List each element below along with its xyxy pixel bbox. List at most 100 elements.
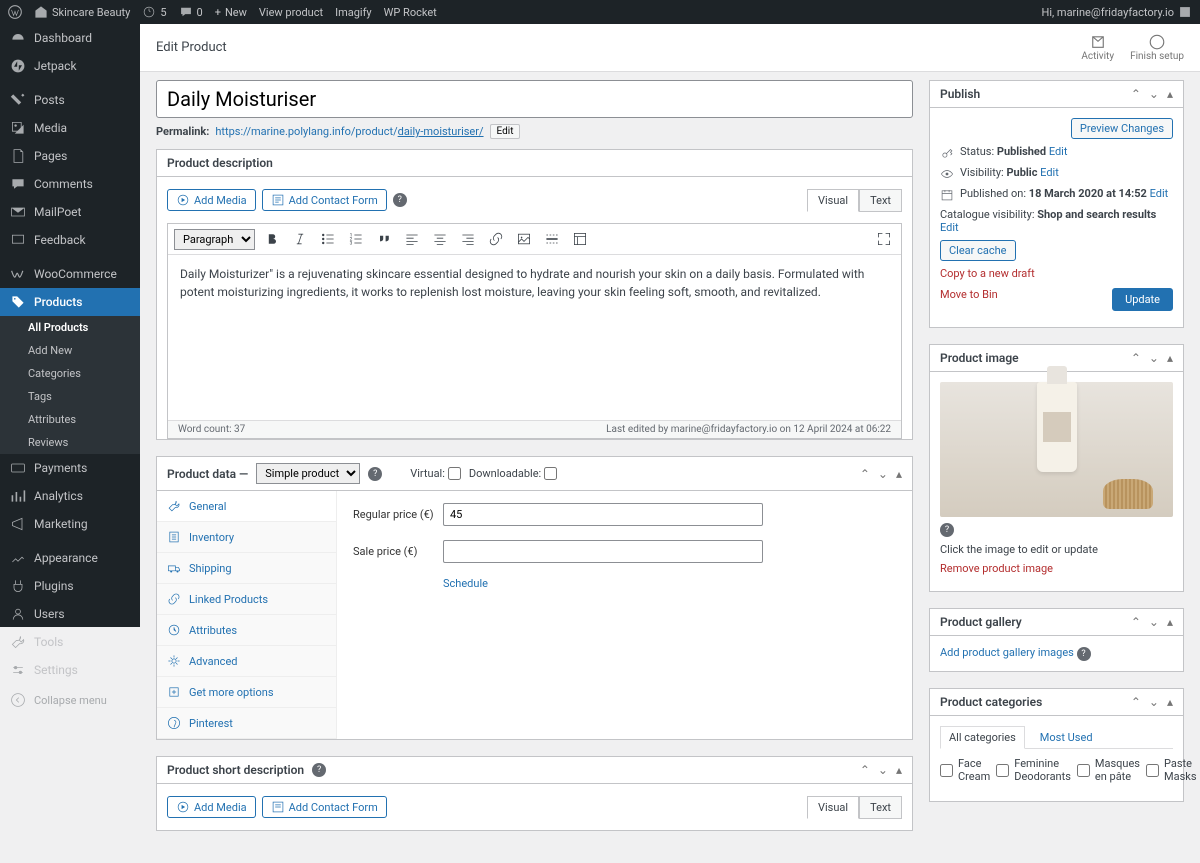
menu-media[interactable]: Media — [0, 114, 140, 142]
menu-analytics[interactable]: Analytics — [0, 482, 140, 510]
menu-jetpack[interactable]: Jetpack — [0, 52, 140, 80]
submenu-all-products[interactable]: All Products — [0, 316, 140, 339]
clear-cache-button[interactable]: Clear cache — [940, 240, 1016, 261]
edit-status-link[interactable]: Edit — [1049, 145, 1068, 158]
virtual-checkbox[interactable]: Virtual: — [410, 467, 461, 480]
menu-plugins[interactable]: Plugins — [0, 572, 140, 600]
imagify-link[interactable]: Imagify — [335, 6, 372, 19]
description-editor[interactable]: Daily Moisturizer" is a rejuvenating ski… — [168, 255, 901, 420]
menu-users[interactable]: Users — [0, 600, 140, 628]
menu-woocommerce[interactable]: WooCommerce — [0, 260, 140, 288]
move-up-icon[interactable]: ⌃ — [1131, 87, 1141, 101]
product-type-select[interactable]: Simple product — [256, 463, 360, 484]
text-tab[interactable]: Text — [859, 189, 902, 212]
help-icon[interactable]: ? — [368, 467, 382, 481]
toggle-icon[interactable]: ▴ — [896, 467, 902, 481]
add-gallery-link[interactable]: Add product gallery images — [940, 646, 1074, 659]
help-icon[interactable]: ? — [312, 763, 326, 777]
toggle-icon[interactable]: ▴ — [1167, 351, 1173, 365]
move-down-icon[interactable]: ⌄ — [1149, 351, 1159, 365]
move-bin-link[interactable]: Move to Bin — [940, 288, 998, 301]
toggle-icon[interactable]: ▴ — [1167, 695, 1173, 709]
product-title-input[interactable] — [156, 80, 913, 118]
all-categories-tab[interactable]: All categories — [940, 726, 1025, 749]
menu-comments[interactable]: Comments — [0, 170, 140, 198]
category-item[interactable]: Face Cream — [940, 755, 990, 785]
menu-pages[interactable]: Pages — [0, 142, 140, 170]
menu-marketing[interactable]: Marketing — [0, 510, 140, 538]
move-up-icon[interactable]: ⌃ — [1131, 695, 1141, 709]
toggle-icon[interactable]: ▴ — [896, 763, 902, 777]
category-item[interactable]: Paste Masks — [1146, 755, 1197, 785]
tab-inventory[interactable]: Inventory — [157, 522, 336, 553]
wp-logo-icon[interactable] — [8, 5, 22, 19]
submenu-reviews[interactable]: Reviews — [0, 431, 140, 454]
add-media-button[interactable]: Add Media — [167, 189, 256, 211]
align-center-icon[interactable] — [429, 228, 451, 250]
schedule-link[interactable]: Schedule — [443, 577, 488, 590]
align-right-icon[interactable] — [457, 228, 479, 250]
bold-icon[interactable] — [261, 228, 283, 250]
category-item[interactable]: Masques en pâte — [1077, 755, 1140, 785]
tab-more-options[interactable]: Get more options — [157, 677, 336, 708]
menu-feedback[interactable]: Feedback — [0, 226, 140, 254]
move-down-icon[interactable]: ⌄ — [878, 763, 888, 777]
remove-image-link[interactable]: Remove product image — [940, 562, 1053, 575]
tab-shipping[interactable]: Shipping — [157, 553, 336, 584]
visual-tab[interactable]: Visual — [807, 796, 859, 819]
comments-icon[interactable]: 0 — [179, 5, 203, 19]
move-up-icon[interactable]: ⌃ — [1131, 351, 1141, 365]
move-down-icon[interactable]: ⌄ — [878, 467, 888, 481]
number-list-icon[interactable]: 123 — [345, 228, 367, 250]
activity-button[interactable]: Activity — [1081, 33, 1114, 62]
tab-general[interactable]: General — [157, 491, 336, 522]
help-icon[interactable]: ? — [393, 193, 407, 207]
insert-more-icon[interactable] — [541, 228, 563, 250]
help-icon[interactable]: ? — [1077, 647, 1091, 661]
tab-attributes[interactable]: Attributes — [157, 615, 336, 646]
submenu-attributes[interactable]: Attributes — [0, 408, 140, 431]
menu-mailpoet[interactable]: MailPoet — [0, 198, 140, 226]
help-icon[interactable]: ? — [940, 523, 954, 537]
update-button[interactable]: Update — [1112, 288, 1173, 311]
preview-changes-button[interactable]: Preview Changes — [1071, 118, 1173, 139]
move-down-icon[interactable]: ⌄ — [1149, 87, 1159, 101]
edit-date-link[interactable]: Edit — [1150, 187, 1169, 200]
visual-tab[interactable]: Visual — [807, 189, 859, 212]
text-tab[interactable]: Text — [859, 796, 902, 819]
wprocket-link[interactable]: WP Rocket — [384, 6, 437, 19]
move-down-icon[interactable]: ⌄ — [1149, 695, 1159, 709]
toolbar-toggle-icon[interactable] — [569, 228, 591, 250]
menu-posts[interactable]: Posts — [0, 86, 140, 114]
add-contact-form-button[interactable]: Add Contact Form — [262, 796, 387, 818]
most-used-tab[interactable]: Most Used — [1031, 726, 1102, 749]
tab-advanced[interactable]: Advanced — [157, 646, 336, 677]
menu-products[interactable]: Products — [0, 288, 140, 316]
quote-icon[interactable] — [373, 228, 395, 250]
move-up-icon[interactable]: ⌃ — [860, 467, 870, 481]
align-left-icon[interactable] — [401, 228, 423, 250]
downloadable-checkbox[interactable]: Downloadable: — [469, 467, 557, 480]
bullet-list-icon[interactable] — [317, 228, 339, 250]
insert-image-icon[interactable] — [513, 228, 535, 250]
menu-payments[interactable]: Payments — [0, 454, 140, 482]
submenu-tags[interactable]: Tags — [0, 385, 140, 408]
product-image-thumbnail[interactable] — [940, 382, 1173, 517]
new-content[interactable]: +New — [215, 6, 247, 19]
menu-dashboard[interactable]: Dashboard — [0, 24, 140, 52]
add-media-button[interactable]: Add Media — [167, 796, 256, 818]
sale-price-input[interactable] — [443, 540, 763, 563]
fullscreen-icon[interactable] — [873, 228, 895, 250]
menu-appearance[interactable]: Appearance — [0, 544, 140, 572]
site-name[interactable]: Skincare Beauty — [34, 5, 130, 19]
updates-icon[interactable]: 5 — [142, 5, 166, 19]
edit-permalink-button[interactable]: Edit — [490, 124, 521, 139]
format-select[interactable]: Paragraph — [174, 229, 255, 250]
edit-catalog-link[interactable]: Edit — [940, 221, 959, 234]
italic-icon[interactable] — [289, 228, 311, 250]
permalink-link[interactable]: https://marine.polylang.info/product/dai… — [215, 125, 483, 138]
submenu-categories[interactable]: Categories — [0, 362, 140, 385]
add-contact-form-button[interactable]: Add Contact Form — [262, 189, 387, 211]
move-up-icon[interactable]: ⌃ — [860, 763, 870, 777]
edit-visibility-link[interactable]: Edit — [1040, 166, 1059, 179]
